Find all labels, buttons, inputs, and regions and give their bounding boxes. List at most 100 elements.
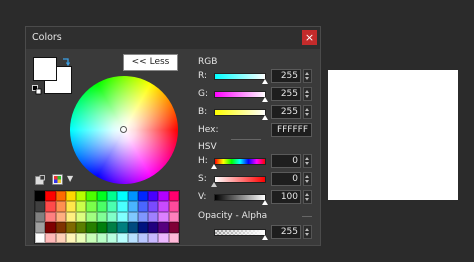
blue-spinner[interactable] [303, 105, 312, 119]
palette-swatch[interactable] [65, 201, 77, 212]
palette-swatch[interactable] [76, 232, 87, 243]
palette-swatch[interactable] [137, 232, 149, 243]
palette-swatch[interactable] [158, 211, 169, 223]
palette-swatch[interactable] [127, 232, 138, 243]
palette-swatch[interactable] [148, 201, 159, 212]
palette-swatch[interactable] [127, 211, 138, 223]
value-input[interactable]: 100 [271, 190, 301, 204]
palette-swatch[interactable] [158, 222, 169, 233]
palette-swatch[interactable] [137, 211, 149, 223]
palette-swatch[interactable] [76, 191, 87, 202]
palette-swatch[interactable] [158, 232, 169, 243]
palette-swatch[interactable] [137, 201, 149, 212]
green-input[interactable]: 255 [271, 87, 301, 101]
palette-swatch[interactable] [158, 201, 169, 212]
palette-swatch[interactable] [35, 201, 46, 212]
palette-swatch[interactable] [148, 191, 159, 202]
hue-slider-thumb[interactable] [211, 164, 217, 169]
palette-swatch[interactable] [148, 222, 159, 233]
palette-swatch[interactable] [86, 232, 97, 243]
palette-swatch[interactable] [65, 191, 77, 202]
palette-swatch[interactable] [168, 222, 179, 233]
palette-swatch[interactable] [148, 211, 159, 223]
green-spinner[interactable] [303, 87, 312, 101]
chevron-down-icon[interactable]: ▼ [67, 174, 73, 183]
palette-swatch[interactable] [117, 201, 128, 212]
blue-slider-thumb[interactable] [262, 115, 268, 120]
palette-swatch[interactable] [45, 191, 56, 202]
green-slider-thumb[interactable] [262, 97, 268, 102]
blue-slider[interactable] [214, 109, 266, 116]
color-wheel-cursor[interactable] [120, 126, 127, 133]
palette-swatch[interactable] [96, 211, 107, 223]
palette-swatch[interactable] [137, 222, 149, 233]
palette-swatch[interactable] [127, 191, 138, 202]
palette-swatch[interactable] [96, 222, 107, 233]
alpha-slider[interactable] [214, 229, 266, 236]
hue-slider[interactable] [214, 158, 266, 165]
palette-swatch[interactable] [76, 201, 87, 212]
palette-swatch[interactable] [86, 222, 97, 233]
color-wheel[interactable] [70, 76, 178, 184]
palette-swatch[interactable] [76, 211, 87, 223]
swap-colors-icon[interactable] [61, 57, 71, 67]
palette-swatch[interactable] [127, 201, 138, 212]
palette-swatch[interactable] [106, 232, 118, 243]
red-spinner[interactable] [303, 69, 312, 83]
value-slider[interactable] [214, 194, 266, 201]
palette-swatch[interactable] [35, 222, 46, 233]
palette-swatch[interactable] [168, 232, 179, 243]
green-slider[interactable] [214, 91, 266, 98]
palette-swatch[interactable] [106, 201, 118, 212]
picker-mode-icon[interactable] [35, 175, 45, 185]
palette-swatch[interactable] [106, 191, 118, 202]
palette-swatch[interactable] [137, 191, 149, 202]
hex-input[interactable]: FFFFFF [271, 123, 312, 137]
palette-swatch[interactable] [35, 232, 46, 243]
palette-swatch[interactable] [76, 222, 87, 233]
palette-swatch[interactable] [86, 201, 97, 212]
palette-swatch[interactable] [117, 211, 128, 223]
color-scheme-icon[interactable] [52, 174, 63, 185]
value-spinner[interactable] [303, 190, 312, 204]
saturation-input[interactable]: 0 [271, 172, 301, 186]
palette-swatch[interactable] [65, 222, 77, 233]
palette-swatch[interactable] [55, 191, 66, 202]
palette-swatch[interactable] [127, 222, 138, 233]
primary-color-swatch[interactable] [33, 57, 57, 81]
palette-swatch[interactable] [35, 211, 46, 223]
palette-swatch[interactable] [45, 232, 56, 243]
value-slider-thumb[interactable] [262, 200, 268, 205]
palette-swatch[interactable] [65, 232, 77, 243]
saturation-slider[interactable] [214, 176, 266, 183]
palette-swatch[interactable] [117, 222, 128, 233]
palette-swatch[interactable] [148, 232, 159, 243]
palette-swatch[interactable] [45, 222, 56, 233]
palette-swatch[interactable] [35, 191, 46, 202]
close-button[interactable]: × [302, 30, 317, 45]
palette-swatch[interactable] [96, 191, 107, 202]
palette-swatch[interactable] [106, 222, 118, 233]
palette-swatch[interactable] [86, 191, 97, 202]
palette-swatch[interactable] [45, 201, 56, 212]
palette-swatch[interactable] [55, 211, 66, 223]
hue-input[interactable]: 0 [271, 154, 301, 168]
reset-colors-icon[interactable] [32, 85, 42, 95]
palette-swatch[interactable] [168, 191, 179, 202]
red-slider[interactable] [214, 73, 266, 80]
saturation-spinner[interactable] [303, 172, 312, 186]
blue-input[interactable]: 255 [271, 105, 301, 119]
alpha-slider-thumb[interactable] [262, 235, 268, 240]
palette-swatch[interactable] [158, 191, 169, 202]
palette-swatch[interactable] [55, 222, 66, 233]
palette-swatch[interactable] [106, 211, 118, 223]
palette-swatch[interactable] [65, 211, 77, 223]
red-input[interactable]: 255 [271, 69, 301, 83]
palette-swatch[interactable] [86, 211, 97, 223]
hue-spinner[interactable] [303, 154, 312, 168]
palette-swatch[interactable] [168, 201, 179, 212]
color-palette[interactable] [34, 190, 180, 244]
palette-swatch[interactable] [168, 211, 179, 223]
palette-swatch[interactable] [117, 191, 128, 202]
palette-swatch[interactable] [96, 201, 107, 212]
